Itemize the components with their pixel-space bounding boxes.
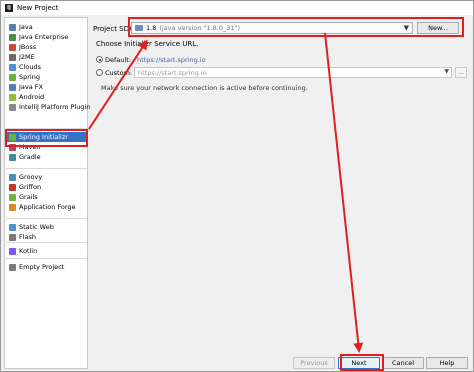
arrow-to-next	[324, 32, 364, 353]
arrow-to-sdk	[88, 39, 148, 130]
annotation-arrows	[88, 32, 364, 353]
